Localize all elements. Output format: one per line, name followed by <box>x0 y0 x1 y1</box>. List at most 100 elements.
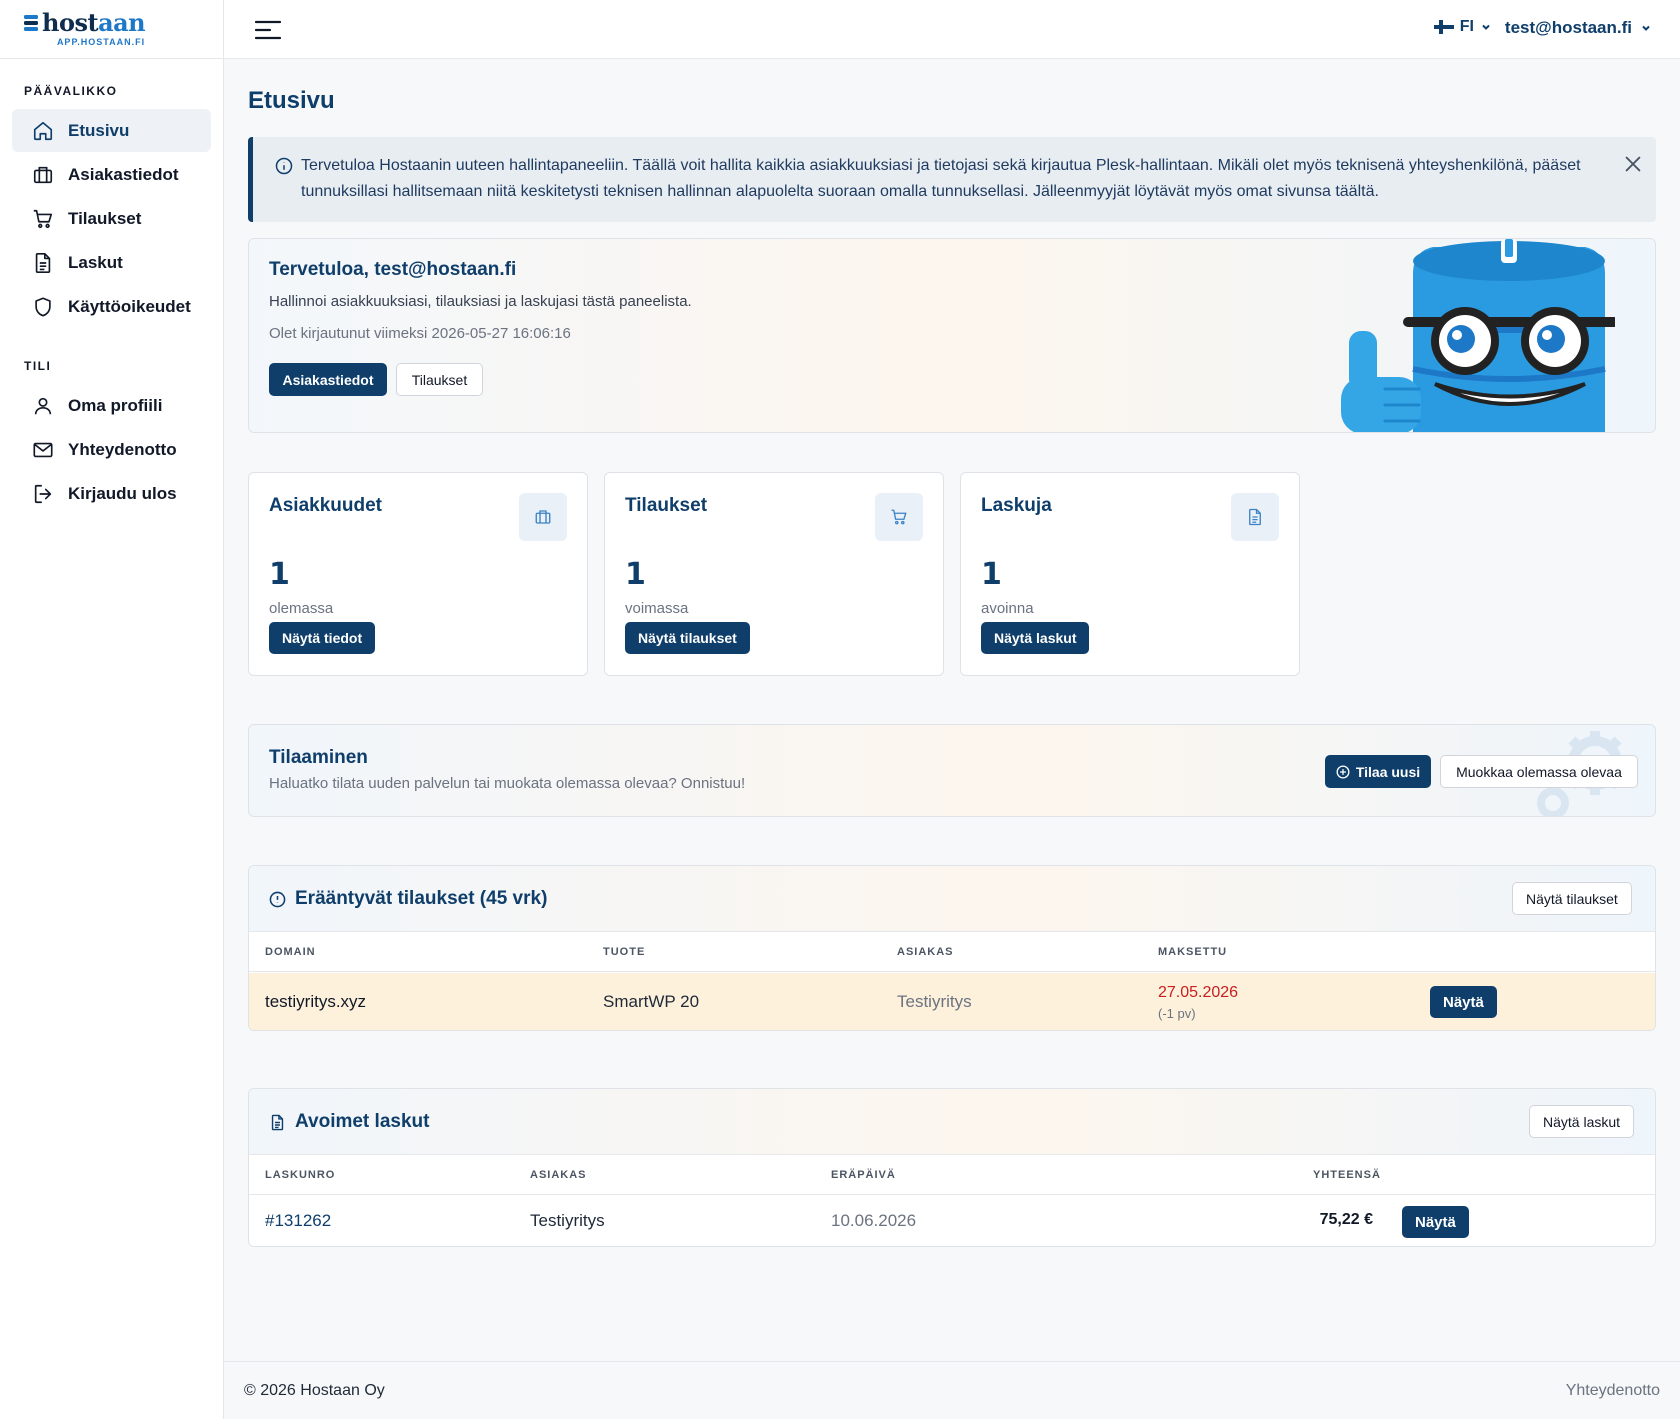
document-icon <box>271 1114 284 1131</box>
sidebar-item-label: Yhteydenotto <box>68 439 177 459</box>
customer-info-button[interactable]: Asiakastiedot <box>269 363 387 396</box>
sidebar-item-label: Laskut <box>68 252 123 272</box>
sidebar-item-label: Käyttöoikeudet <box>68 296 191 316</box>
document-icon <box>1249 508 1261 526</box>
user-menu[interactable]: test@hostaan.fi <box>1505 18 1652 38</box>
language-code: FI <box>1459 18 1474 35</box>
logo-text: hostaan <box>42 8 146 37</box>
sidebar-item-asiakastiedot[interactable]: Asiakastiedot <box>12 153 211 196</box>
stat-icon-box <box>519 493 567 541</box>
stat-icon-box <box>1231 493 1279 541</box>
order-new-label: Tilaa uusi <box>1355 763 1421 780</box>
info-alert: Tervetuloa Hostaanin uuteen hallintapane… <box>248 137 1656 222</box>
stat-card-laskuja: Laskuja 1 avoinna Näytä laskut <box>960 472 1300 676</box>
robot-mascot-illustration <box>1341 239 1615 432</box>
sidebar-item-yhteydenotto[interactable]: Yhteydenotto <box>12 428 211 471</box>
stat-subtitle: olemassa <box>269 600 334 617</box>
footer-contact-link[interactable]: Yhteydenotto <box>1566 1382 1660 1400</box>
stat-icon-box <box>875 493 923 541</box>
card-header: Avoimet laskut Näytä laskut <box>249 1089 1655 1155</box>
sidebar-item-label: Kirjaudu ulos <box>68 483 177 503</box>
mail-icon <box>33 442 53 457</box>
stat-value: 1 <box>981 557 1002 592</box>
sidebar-item-oma-profiili[interactable]: Oma profiili <box>12 384 211 427</box>
total-cell: 75,22 € <box>1319 1211 1373 1228</box>
sidebar-item-kayttooikeudet[interactable]: Käyttöoikeudet <box>12 285 211 328</box>
sidebar-item-label: Asiakastiedot <box>68 164 179 184</box>
welcome-card: Tervetuloa, test@hostaan.fi Hallinnoi as… <box>248 238 1656 433</box>
clock-icon <box>269 891 286 908</box>
show-invoices-button[interactable]: Näytä laskut <box>981 622 1090 654</box>
table-row: #131262 Testiyritys 10.06.2026 75,22 € N… <box>249 1196 1655 1246</box>
welcome-text: Hallinnoi asiakkuuksiasi, tilauksiasi ja… <box>269 293 692 310</box>
show-orders-button[interactable]: Näytä tilaukset <box>1512 882 1632 915</box>
paid-date-cell: 27.05.2026 <box>1158 984 1239 1001</box>
ordering-text: Haluatko tilata uuden palvelun tai muoka… <box>269 775 746 792</box>
edit-existing-button[interactable]: Muokkaa olemassa olevaa <box>1440 755 1638 788</box>
view-order-button[interactable]: Näytä <box>1430 986 1497 1018</box>
paid-note: (-1 pv) <box>1158 1006 1196 1021</box>
sidebar-item-kirjaudu-ulos[interactable]: Kirjaudu ulos <box>12 472 211 515</box>
customer-cell: Testiyritys <box>897 992 972 1011</box>
ordering-title: Tilaaminen <box>269 747 368 768</box>
column-header: DOMAIN <box>265 946 316 958</box>
show-details-button[interactable]: Näytä tiedot <box>269 622 376 654</box>
sidebar-item-etusivu[interactable]: Etusivu <box>12 109 211 152</box>
shield-icon <box>35 296 51 317</box>
customer-cell: Testiyritys <box>530 1211 605 1230</box>
order-new-button[interactable]: Tilaa uusi <box>1325 755 1431 788</box>
document-icon <box>35 252 51 273</box>
account-menu-label: TILI <box>24 359 52 373</box>
sidebar-item-laskut[interactable]: Laskut <box>12 241 211 284</box>
sidebar-item-tilaukset[interactable]: Tilaukset <box>12 197 211 240</box>
expiring-orders-card: Erääntyvät tilaukset (45 vrk) Näytä tila… <box>248 865 1656 1031</box>
logo[interactable]: hostaan APP.HOSTAAN.FI <box>0 0 223 59</box>
card-header: Erääntyvät tilaukset (45 vrk) Näytä tila… <box>249 866 1655 932</box>
table-row: testiyritys.xyz SmartWP 20 Testiyritys 2… <box>249 973 1655 1030</box>
welcome-title: Tervetuloa, test@hostaan.fi <box>269 259 517 280</box>
top-header: FI test@hostaan.fi <box>224 0 1680 59</box>
view-invoice-button[interactable]: Näytä <box>1402 1206 1469 1238</box>
stat-value: 1 <box>625 557 646 592</box>
finnish-flag-icon <box>1433 20 1454 34</box>
stat-value: 1 <box>269 557 290 592</box>
stat-title: Asiakkuudet <box>269 495 382 516</box>
table-header: DOMAIN TUOTE ASIAKAS MAKSETTU <box>249 932 1655 972</box>
chevron-down-icon <box>1642 25 1650 31</box>
sidebar: hostaan APP.HOSTAAN.FI PÄÄVALIKKO Etusiv… <box>0 0 224 1419</box>
stat-card-asiakkuudet: Asiakkuudet 1 olemassa Näytä tiedot <box>248 472 588 676</box>
copyright-text: © 2026 Hostaan Oy <box>244 1382 385 1399</box>
open-invoices-title: Avoimet laskut <box>295 1111 430 1132</box>
product-cell: SmartWP 20 <box>603 992 700 1011</box>
open-invoices-card: Avoimet laskut Näytä laskut LASKUNRO ASI… <box>248 1088 1656 1247</box>
due-date-cell: 10.06.2026 <box>831 1211 917 1230</box>
domain-cell: testiyritys.xyz <box>265 992 367 1011</box>
table-header: LASKUNRO ASIAKAS ERÄPÄIVÄ YHTEENSÄ <box>249 1155 1655 1195</box>
column-header: YHTEENSÄ <box>1313 1169 1381 1181</box>
page-title: Etusivu <box>248 87 335 114</box>
menu-toggle-icon[interactable] <box>254 18 282 42</box>
column-header: TUOTE <box>603 946 646 958</box>
invoice-number-link[interactable]: #131262 <box>265 1211 331 1231</box>
last-login-text: Olet kirjautunut viimeksi 2026-05-27 16:… <box>269 325 571 342</box>
plus-circle-icon <box>1336 765 1350 778</box>
stat-subtitle: avoinna <box>981 600 1034 617</box>
close-icon[interactable] <box>1622 153 1644 175</box>
language-selector[interactable]: FI <box>1433 18 1492 36</box>
show-invoices-button[interactable]: Näytä laskut <box>1529 1105 1635 1138</box>
user-email: test@hostaan.fi <box>1504 18 1632 37</box>
chevron-down-icon <box>1482 24 1490 30</box>
sidebar-item-label: Tilaukset <box>68 208 142 228</box>
cart-icon <box>891 509 907 525</box>
stat-title: Laskuja <box>981 495 1052 516</box>
logo-subtitle: APP.HOSTAAN.FI <box>56 37 146 47</box>
briefcase-icon <box>33 166 53 183</box>
column-header: ASIAKAS <box>897 946 954 958</box>
show-orders-button[interactable]: Näytä tilaukset <box>625 622 750 654</box>
column-header: MAKSETTU <box>1158 946 1228 958</box>
stat-title: Tilaukset <box>625 495 708 516</box>
orders-button[interactable]: Tilaukset <box>396 363 483 396</box>
main-menu-label: PÄÄVALIKKO <box>24 84 118 98</box>
cart-icon <box>33 209 53 228</box>
column-header: LASKUNRO <box>265 1169 336 1181</box>
